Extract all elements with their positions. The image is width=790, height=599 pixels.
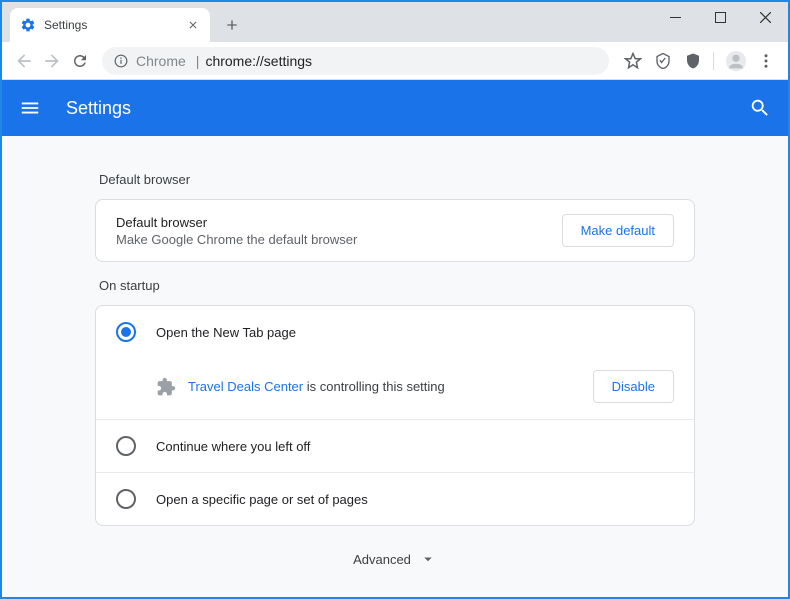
startup-option-newtab[interactable]: Open the New Tab page — [96, 306, 694, 358]
page-title: Settings — [66, 98, 748, 119]
info-icon — [114, 54, 128, 68]
default-browser-subtitle: Make Google Chrome the default browser — [116, 232, 562, 247]
default-browser-card: Default browser Make Google Chrome the d… — [95, 199, 695, 262]
startup-option-label-0: Open the New Tab page — [156, 325, 296, 340]
hamburger-menu-icon[interactable] — [18, 96, 42, 120]
minimize-button[interactable] — [653, 2, 698, 32]
content-scroll[interactable]: Default browser Default browser Make Goo… — [2, 136, 788, 597]
on-startup-card: Open the New Tab page Travel Deals Cente… — [95, 305, 695, 526]
default-browser-title: Default browser — [116, 215, 562, 230]
on-startup-heading: On startup — [99, 278, 695, 293]
radio-selected-icon[interactable] — [116, 322, 136, 342]
close-tab-icon[interactable] — [186, 18, 200, 32]
advanced-toggle[interactable]: Advanced — [353, 550, 437, 568]
back-button[interactable] — [10, 47, 38, 75]
shield-icon[interactable] — [679, 47, 707, 75]
settings-gear-icon — [20, 17, 36, 33]
disable-extension-button[interactable]: Disable — [593, 370, 674, 403]
startup-option-continue[interactable]: Continue where you left off — [96, 419, 694, 472]
chrome-menu-icon[interactable] — [752, 47, 780, 75]
extension-suffix: is controlling this setting — [303, 379, 445, 394]
advanced-row: Advanced — [95, 526, 695, 593]
forward-button[interactable] — [38, 47, 66, 75]
titlebar: Settings — [2, 2, 788, 42]
extension-icon-1[interactable] — [649, 47, 677, 75]
content: Default browser Default browser Make Goo… — [95, 136, 695, 597]
address-url: chrome://settings — [205, 53, 312, 69]
maximize-button[interactable] — [698, 2, 743, 32]
browser-toolbar: Chrome | chrome://settings — [2, 42, 788, 80]
startup-option-specific[interactable]: Open a specific page or set of pages — [96, 472, 694, 525]
default-browser-row: Default browser Make Google Chrome the d… — [96, 200, 694, 261]
address-scheme: Chrome — [136, 53, 186, 69]
profile-avatar-icon[interactable] — [722, 47, 750, 75]
radio-icon[interactable] — [116, 436, 136, 456]
make-default-button[interactable]: Make default — [562, 214, 674, 247]
radio-icon[interactable] — [116, 489, 136, 509]
startup-option-label-2: Open a specific page or set of pages — [156, 492, 368, 507]
bookmark-star-icon[interactable] — [619, 47, 647, 75]
settings-header: Settings — [2, 80, 788, 136]
extension-notice-text: Travel Deals Center is controlling this … — [188, 379, 593, 394]
extension-link[interactable]: Travel Deals Center — [188, 379, 303, 394]
address-bar[interactable]: Chrome | chrome://settings — [102, 47, 609, 75]
new-tab-button[interactable] — [218, 11, 246, 39]
default-browser-heading: Default browser — [99, 172, 695, 187]
window-controls — [653, 2, 788, 32]
toolbar-separator — [713, 52, 714, 70]
address-separator: | — [196, 53, 200, 69]
browser-tab[interactable]: Settings — [10, 8, 210, 42]
startup-option-label-1: Continue where you left off — [156, 439, 310, 454]
search-icon[interactable] — [748, 96, 772, 120]
advanced-label: Advanced — [353, 552, 411, 567]
tab-title: Settings — [44, 18, 186, 32]
extension-puzzle-icon — [156, 377, 176, 397]
close-window-button[interactable] — [743, 2, 788, 32]
reload-button[interactable] — [66, 47, 94, 75]
extension-notice: Travel Deals Center is controlling this … — [96, 358, 694, 419]
chevron-down-icon — [419, 550, 437, 568]
